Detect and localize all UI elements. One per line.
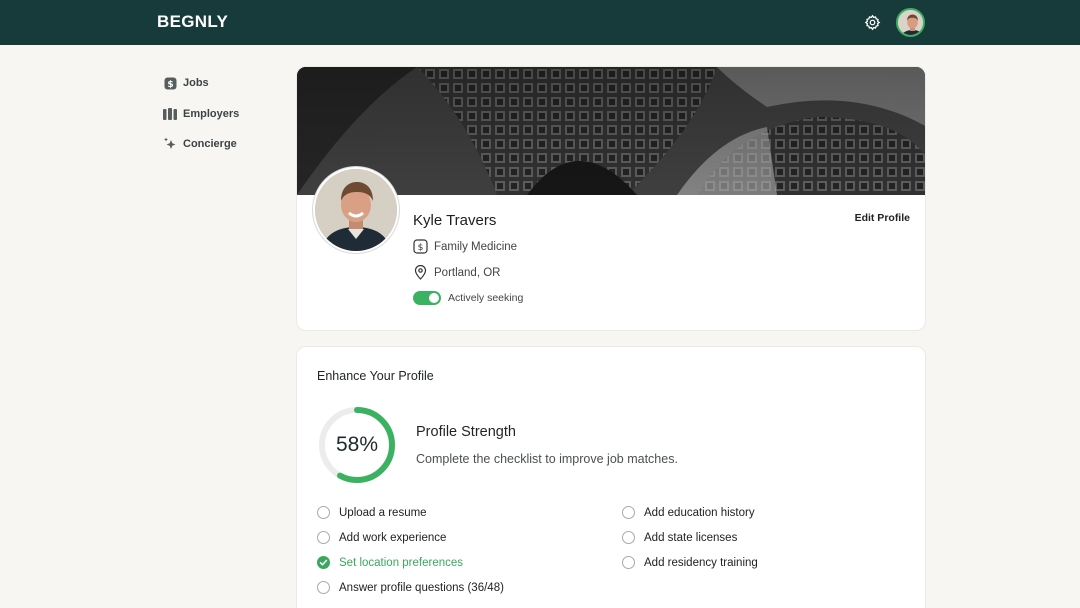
profile-photo bbox=[313, 167, 399, 253]
checkbox-icon bbox=[622, 506, 635, 519]
map-pin-icon bbox=[414, 265, 427, 280]
checklist-item-label: Add residency training bbox=[644, 556, 758, 569]
specialty-label: Family Medicine bbox=[434, 240, 518, 253]
checklist-item-location-preferences[interactable]: Set location preferences bbox=[317, 556, 463, 569]
checkmark-icon bbox=[317, 556, 330, 569]
svg-text:$: $ bbox=[167, 80, 173, 90]
checkbox-icon bbox=[317, 506, 330, 519]
checklist-item-state-licenses[interactable]: Add state licenses bbox=[622, 531, 737, 544]
checklist-item-work-experience[interactable]: Add work experience bbox=[317, 531, 446, 544]
profile-strength-percent: 58% bbox=[335, 433, 379, 456]
edit-profile-button[interactable]: Edit Profile bbox=[855, 212, 910, 224]
dollar-badge-icon: $ bbox=[413, 239, 428, 254]
checklist-item-label: Answer profile questions (36/48) bbox=[339, 581, 504, 594]
location-label: Portland, OR bbox=[434, 266, 501, 279]
gear-icon[interactable] bbox=[864, 14, 881, 31]
checklist-item-label: Upload a resume bbox=[339, 506, 427, 519]
sidebar-item-employers[interactable]: Employers bbox=[163, 99, 283, 130]
sidebar-item-label: Jobs bbox=[183, 77, 209, 90]
checklist-item-profile-questions[interactable]: Answer profile questions (36/48) bbox=[317, 581, 504, 594]
sparkle-icon bbox=[163, 137, 177, 151]
checklist-item-label: Add state licenses bbox=[644, 531, 738, 544]
sidebar-item-concierge[interactable]: Concierge bbox=[163, 129, 283, 160]
user-avatar[interactable] bbox=[896, 8, 925, 37]
checkbox-icon bbox=[622, 556, 635, 569]
dollar-badge-icon: $ bbox=[163, 76, 177, 90]
profile-banner-image bbox=[297, 67, 925, 195]
sidebar-navigation: $ Jobs Employers Concierge bbox=[163, 68, 283, 160]
status-label: Actively seeking bbox=[448, 292, 524, 304]
enhance-profile-card: Enhance Your Profile 58% Profile Strengt… bbox=[296, 346, 926, 608]
location-row: Portland, OR bbox=[413, 265, 500, 280]
sidebar-item-label: Employers bbox=[183, 107, 240, 120]
checklist-item-label: Add work experience bbox=[339, 531, 447, 544]
profile-strength-subtitle: Complete the checklist to improve job ma… bbox=[416, 452, 678, 466]
checklist-item-upload-resume[interactable]: Upload a resume bbox=[317, 506, 427, 519]
specialty-row: $ Family Medicine bbox=[413, 239, 517, 254]
sidebar-item-label: Concierge bbox=[183, 138, 237, 151]
checklist-item-residency-training[interactable]: Add residency training bbox=[622, 556, 758, 569]
top-navigation-bar: BEGNLY bbox=[0, 0, 1080, 45]
brand-logo[interactable]: BEGNLY bbox=[157, 12, 228, 32]
checkbox-icon bbox=[317, 531, 330, 544]
profile-card: Kyle Travers Edit Profile $ Family Medic… bbox=[296, 66, 926, 331]
actively-seeking-toggle[interactable] bbox=[413, 291, 441, 305]
checkbox-icon bbox=[317, 581, 330, 594]
checklist-item-education-history[interactable]: Add education history bbox=[622, 506, 755, 519]
svg-text:$: $ bbox=[418, 243, 424, 253]
status-row: Actively seeking bbox=[413, 291, 523, 305]
sidebar-item-jobs[interactable]: $ Jobs bbox=[163, 68, 283, 99]
checklist-item-label: Add education history bbox=[644, 506, 755, 519]
enhance-title: Enhance Your Profile bbox=[317, 369, 434, 383]
profile-name: Kyle Travers bbox=[413, 212, 497, 229]
profile-strength-title: Profile Strength bbox=[416, 424, 516, 440]
checklist-item-label: Set location preferences bbox=[339, 556, 464, 569]
buildings-icon bbox=[163, 107, 177, 121]
checkbox-icon bbox=[622, 531, 635, 544]
